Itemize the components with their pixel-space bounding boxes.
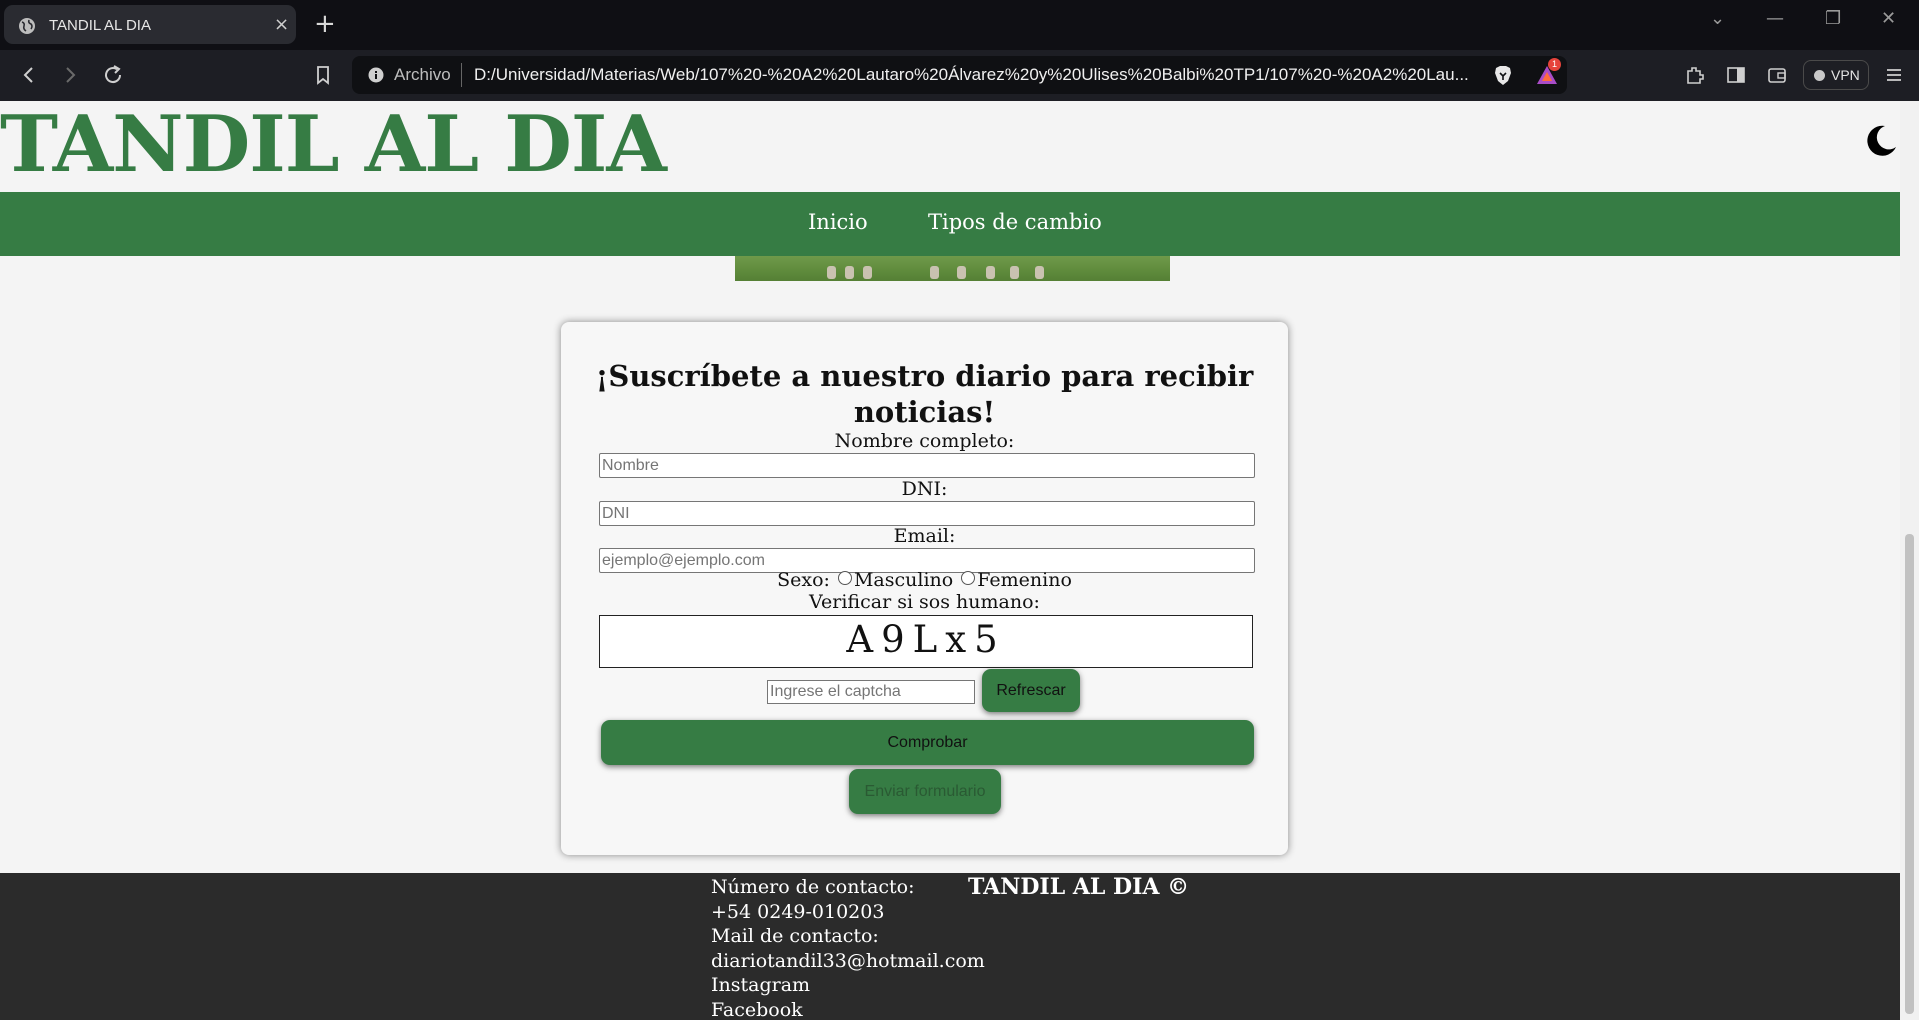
dni-input[interactable]: [599, 501, 1255, 526]
address-url[interactable]: D:/Universidad/Materias/Web/107%20-%20A2…: [474, 65, 1474, 85]
info-icon[interactable]: [368, 67, 384, 83]
check-captcha-button[interactable]: Comprobar: [601, 720, 1254, 765]
brave-shields-icon[interactable]: [1492, 64, 1514, 86]
scrollbar-thumb[interactable]: [1905, 534, 1914, 1014]
contact-number: +54 0249-010203: [711, 900, 885, 923]
sexo-group: Sexo: Masculino Femenino: [561, 569, 1288, 591]
browser-tab-bar: TANDIL AL DIA × + ⌄ — ❐ ✕: [0, 0, 1919, 50]
bookmark-icon[interactable]: [311, 63, 335, 87]
main-nav: Inicio Tipos de cambio: [0, 192, 1900, 256]
rewards-badge: 1: [1548, 58, 1561, 71]
address-scheme-label: Archivo: [394, 65, 451, 84]
site-footer: Número de contacto: +54 0249-010203 Mail…: [0, 873, 1900, 1020]
address-separator: [461, 63, 462, 87]
name-input[interactable]: [599, 453, 1255, 478]
form-title-line1: ¡Suscríbete a nuestro diario para recibi…: [595, 359, 1254, 393]
forward-icon[interactable]: [58, 63, 82, 87]
page-content: TANDIL AL DIA Inicio Tipos de cambio ¡Su…: [0, 101, 1900, 1020]
refresh-captcha-button[interactable]: Refrescar: [982, 669, 1080, 712]
name-label: Nombre completo:: [834, 430, 1015, 452]
radio-femenino-label: Femenino: [977, 569, 1072, 591]
new-tab-button[interactable]: +: [314, 7, 336, 41]
radio-masculino-label: Masculino: [853, 569, 954, 591]
site-title: TANDIL AL DIA: [0, 101, 667, 190]
vpn-status-icon: [1814, 70, 1825, 81]
close-window-button[interactable]: ✕: [1881, 8, 1896, 29]
nav-link-tipos-de-cambio[interactable]: Tipos de cambio: [928, 210, 1102, 234]
browser-toolbar: Archivo D:/Universidad/Materias/Web/107%…: [0, 50, 1919, 101]
menu-icon[interactable]: [1883, 64, 1905, 86]
facebook-link[interactable]: Facebook: [711, 998, 985, 1020]
contact-mail[interactable]: diariotandil33@hotmail.com: [711, 949, 985, 974]
address-bar[interactable]: Archivo D:/Universidad/Materias/Web/107%…: [352, 56, 1567, 94]
sidebar-icon[interactable]: [1725, 64, 1747, 86]
captcha-display: A9Lx5: [599, 615, 1253, 668]
captcha-label: Verificar si sos humano:: [809, 591, 1040, 613]
vpn-label: VPN: [1831, 67, 1860, 83]
back-icon[interactable]: [17, 63, 41, 87]
footer-brand: TANDIL AL DIA ©: [968, 874, 1190, 900]
vpn-button[interactable]: VPN: [1803, 60, 1869, 90]
dni-label: DNI:: [901, 478, 948, 500]
page-scrollbar[interactable]: [1900, 101, 1919, 1020]
dark-mode-toggle-icon[interactable]: [1863, 123, 1899, 159]
radio-masculino[interactable]: [837, 571, 852, 585]
form-title-line2: noticias!: [853, 395, 996, 429]
submit-form-button[interactable]: Enviar formulario: [849, 769, 1001, 814]
contact-mail-label: Mail de contacto:: [711, 925, 879, 948]
instagram-link[interactable]: Instagram: [711, 973, 985, 998]
radio-femenino[interactable]: [961, 571, 976, 585]
form-title: ¡Suscríbete a nuestro diario para recibi…: [561, 358, 1288, 430]
tab-title: TANDIL AL DIA: [49, 17, 151, 34]
reload-icon[interactable]: [101, 63, 125, 87]
subscription-form: ¡Suscríbete a nuestro diario para recibi…: [561, 322, 1288, 855]
minimize-button[interactable]: —: [1766, 8, 1784, 29]
nav-link-inicio[interactable]: Inicio: [808, 210, 868, 234]
close-tab-icon[interactable]: ×: [274, 14, 289, 35]
sexo-label: Sexo:: [777, 569, 830, 591]
globe-icon: [19, 18, 35, 34]
browser-tab[interactable]: TANDIL AL DIA ×: [4, 5, 296, 44]
contact-number-label: Número de contacto:: [711, 876, 915, 898]
extensions-icon[interactable]: [1684, 64, 1706, 86]
captcha-input[interactable]: [767, 680, 975, 704]
tab-search-icon[interactable]: ⌄: [1710, 8, 1725, 29]
footer-contact: Número de contacto: +54 0249-010203 Mail…: [711, 875, 985, 1020]
wallet-icon[interactable]: [1766, 64, 1788, 86]
restore-button[interactable]: ❐: [1825, 8, 1841, 29]
hero-image: [735, 256, 1170, 281]
email-label: Email:: [893, 525, 956, 547]
